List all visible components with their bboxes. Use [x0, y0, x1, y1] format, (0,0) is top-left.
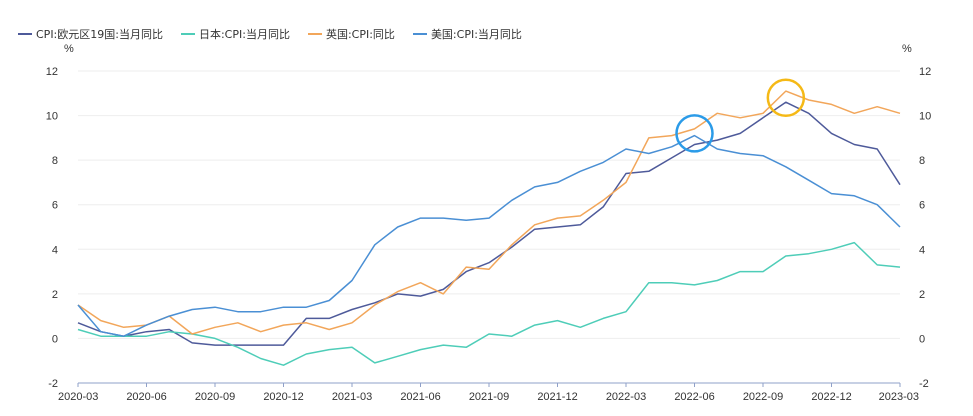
right-y-tick-label: 2	[919, 289, 925, 301]
x-tick-label: 2021-12	[537, 391, 577, 403]
series-line-uk	[77, 90, 901, 335]
left-y-tick-label: 12	[46, 66, 58, 78]
left-y-tick-label: 8	[52, 155, 58, 167]
series-line-us	[77, 134, 901, 337]
x-tick-label: 2020-03	[58, 391, 98, 403]
right-y-tick-label: 6	[919, 200, 925, 212]
left-y-tick-label: -2	[48, 378, 58, 390]
x-tick-label: 2023-03	[879, 391, 919, 403]
x-tick-label: 2020-12	[263, 391, 303, 403]
left-y-tick-label: 0	[52, 333, 58, 345]
x-tick-label: 2022-12	[811, 391, 851, 403]
cpi-line-chart: % % -2 -2 0 0 2 2 4 4 6 6 8 8 10 10 12 12 2020-03 2020-06…	[46, 43, 932, 403]
right-y-tick-label: 0	[919, 333, 925, 345]
x-tick-label: 2021-09	[469, 391, 509, 403]
right-axis-unit: %	[902, 43, 912, 55]
left-y-tick-label: 6	[52, 200, 58, 212]
x-tick-label: 2021-03	[332, 391, 372, 403]
right-y-tick-label: 12	[919, 66, 931, 78]
left-y-tick-label: 2	[52, 289, 58, 301]
series-line-japan	[77, 241, 901, 366]
x-tick-label: 2020-06	[126, 391, 166, 403]
x-tick-label: 2022-06	[674, 391, 714, 403]
right-y-tick-label: 10	[919, 111, 931, 123]
right-y-tick-label: -2	[919, 378, 929, 390]
x-tick-label: 2022-03	[606, 391, 646, 403]
left-y-tick-label: 10	[46, 111, 58, 123]
highlight-circle-1	[675, 114, 714, 153]
right-y-tick-label: 4	[919, 244, 925, 256]
left-axis-unit: %	[64, 43, 74, 55]
x-tick-label: 2021-06	[400, 391, 440, 403]
x-tick-label: 2022-09	[743, 391, 783, 403]
highlight-circle-2	[766, 78, 806, 117]
x-tick-label: 2020-09	[195, 391, 235, 403]
left-y-tick-label: 4	[52, 244, 58, 256]
right-y-tick-label: 8	[919, 155, 925, 167]
